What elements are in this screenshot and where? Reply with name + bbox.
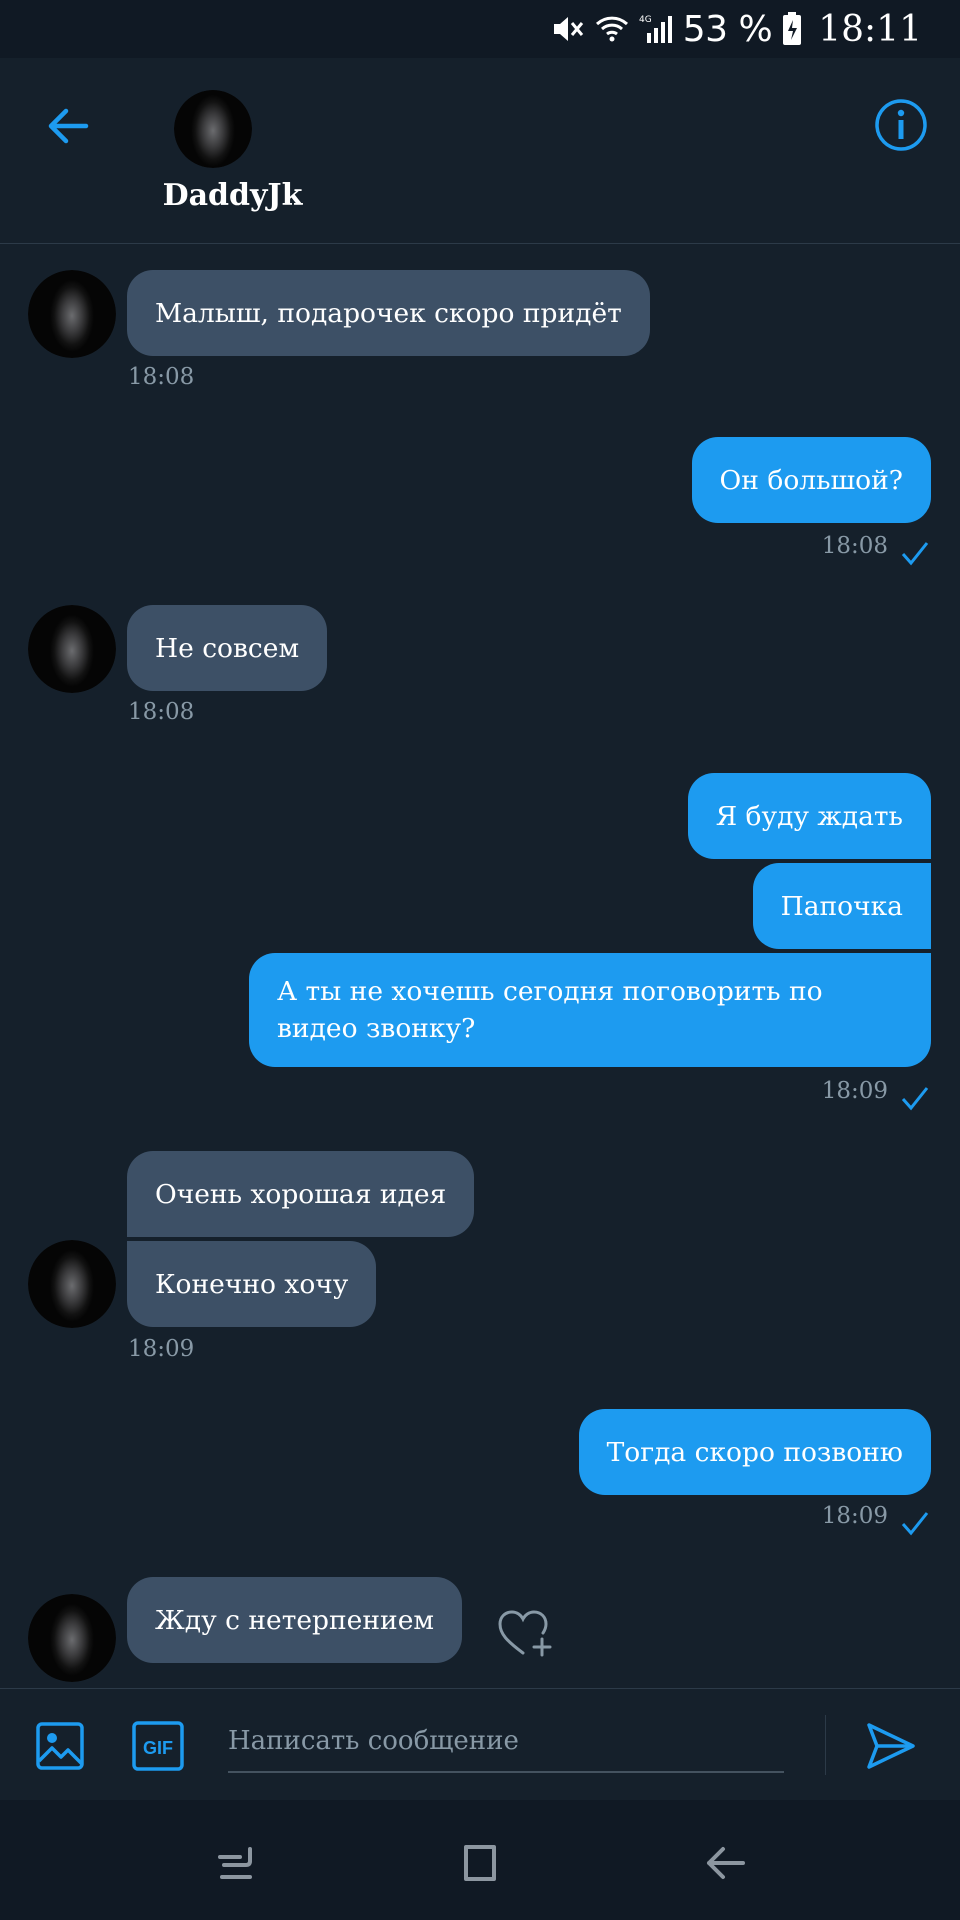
recent-apps-icon [218,1847,252,1879]
sent-check-icon [901,1087,929,1111]
incoming-message[interactable]: Очень хорошая идея [127,1151,475,1237]
message-timestamp: 18:08 [821,533,888,559]
send-icon [867,1723,915,1769]
system-nav-bar [0,1800,960,1920]
home-square-icon [464,1845,496,1881]
system-back-button[interactable] [700,1838,750,1888]
svg-text:GIF: GIF [143,1738,173,1758]
contact-name[interactable]: DaddyJk [120,178,345,213]
back-arrow-icon [48,108,89,144]
info-icon [875,99,927,151]
sender-avatar[interactable] [28,605,116,693]
outgoing-message[interactable]: А ты не хочешь сегодня поговорить по вид… [249,953,931,1067]
battery-charging-icon [782,12,802,46]
add-image-button[interactable] [33,1719,87,1773]
battery-percent: 53 % [682,8,773,50]
gif-icon: GIF [132,1721,184,1771]
message-timestamp: 18:09 [821,1503,888,1529]
info-button[interactable] [870,94,932,156]
contact-avatar[interactable] [174,90,252,168]
sent-check-icon [901,1512,929,1536]
incoming-message[interactable]: Не совсем [127,605,328,691]
sender-avatar[interactable] [28,270,116,358]
message-timestamp: 18:09 [128,1336,195,1362]
image-icon [36,1722,84,1770]
incoming-message[interactable]: Малыш, подарочек скоро придёт [127,270,650,356]
send-button[interactable] [864,1719,918,1773]
outgoing-message[interactable]: Он большой? [691,437,931,523]
message-timestamp: 18:08 [128,699,195,725]
clock: 18:11 [818,8,922,50]
incoming-message[interactable]: Жду с нетерпением [127,1577,462,1663]
message-timestamp: 18:08 [128,364,195,390]
outgoing-message[interactable]: Я буду ждать [687,773,931,859]
add-gif-button[interactable]: GIF [131,1719,185,1773]
sender-avatar[interactable] [28,1594,116,1682]
svg-text:4G: 4G [639,15,652,25]
message-timestamp: 18:09 [821,1078,888,1104]
wifi-icon [595,14,629,44]
system-back-icon [707,1847,745,1879]
outgoing-message[interactable]: Папочка [752,863,931,949]
home-button[interactable] [455,1838,505,1888]
mute-icon [551,14,585,44]
incoming-message[interactable]: Конечно хочу [127,1241,377,1327]
sender-avatar[interactable] [28,1240,116,1328]
conversation-header: DaddyJk [0,58,960,244]
outgoing-message[interactable]: Тогда скоро позвоню [578,1409,931,1495]
status-bar: 4G 53 % 18:11 [0,0,960,58]
back-button[interactable] [40,98,96,154]
message-input[interactable] [228,1711,784,1773]
recent-apps-button[interactable] [211,1838,261,1888]
sent-check-icon [901,542,929,566]
message-composer: GIF [0,1688,960,1800]
composer-divider [825,1715,826,1775]
lte-signal-icon: 4G [639,13,673,45]
like-heart-plus-icon[interactable] [497,1609,555,1659]
